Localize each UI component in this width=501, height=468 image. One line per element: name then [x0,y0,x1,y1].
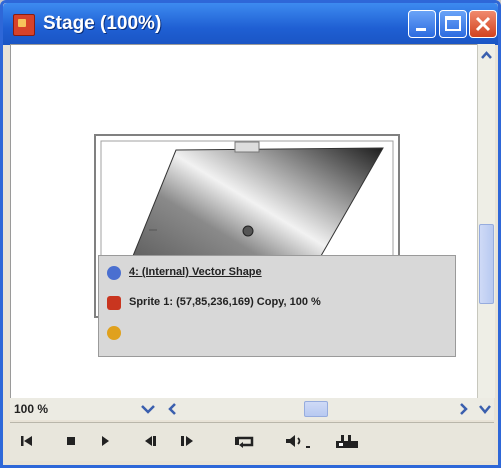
stop-button[interactable] [58,430,84,452]
stop-icon [67,437,75,445]
sprite-overlay-panel: 4: (Internal) Vector Shape Sprite 1: (57… [98,255,456,357]
rewind-button[interactable] [18,430,36,452]
play-icon [102,436,109,446]
director-app-icon [13,14,35,36]
minimize-button[interactable] [408,10,436,38]
maximize-button[interactable] [439,10,467,38]
overlay-row-cast-member[interactable]: 4: (Internal) Vector Shape [99,264,455,284]
loop-button[interactable] [230,430,260,452]
horizontal-scroll-bar [10,398,494,420]
zoom-dropdown-icon[interactable] [138,401,158,417]
step-backward-button[interactable] [138,430,162,452]
sprite-label: Sprite 1: (57,85,236,169) Copy, 100 % [129,296,321,308]
overlay-row-sprite[interactable]: Sprite 1: (57,85,236,169) Copy, 100 % [99,294,455,314]
cast-member-label: 4: (Internal) Vector Shape [129,266,262,278]
behavior-icon [107,326,121,340]
zoom-level[interactable]: 100 % [14,402,48,416]
step-backward-icon [145,436,156,446]
registration-point[interactable] [242,225,254,237]
window-title: Stage (100%) [43,13,162,34]
selected-frames-icon [336,435,358,448]
scroll-right-icon[interactable] [455,401,471,417]
sprite-icon [107,296,121,310]
vector-shape-icon [107,266,121,280]
shape-top-handle[interactable] [234,141,260,153]
volume-button[interactable] [282,430,314,452]
loop-icon [235,436,254,448]
overlay-row-behavior[interactable] [99,324,455,344]
scroll-left-icon[interactable] [165,401,181,417]
vertical-scrollbar[interactable] [477,44,495,398]
horizontal-scroll-thumb[interactable] [304,401,328,417]
speaker-icon [286,435,310,448]
step-forward-button[interactable] [176,430,200,452]
rewind-icon [21,436,32,446]
close-button[interactable] [469,10,497,38]
vertical-scroll-thumb[interactable] [479,224,494,304]
scroll-up-icon[interactable] [479,48,494,63]
scroll-down-icon[interactable] [476,401,494,417]
play-button[interactable] [96,430,114,452]
step-forward-icon [181,436,193,446]
selected-frames-button[interactable] [332,430,362,452]
title-bar[interactable]: Stage (100%) [3,3,498,45]
